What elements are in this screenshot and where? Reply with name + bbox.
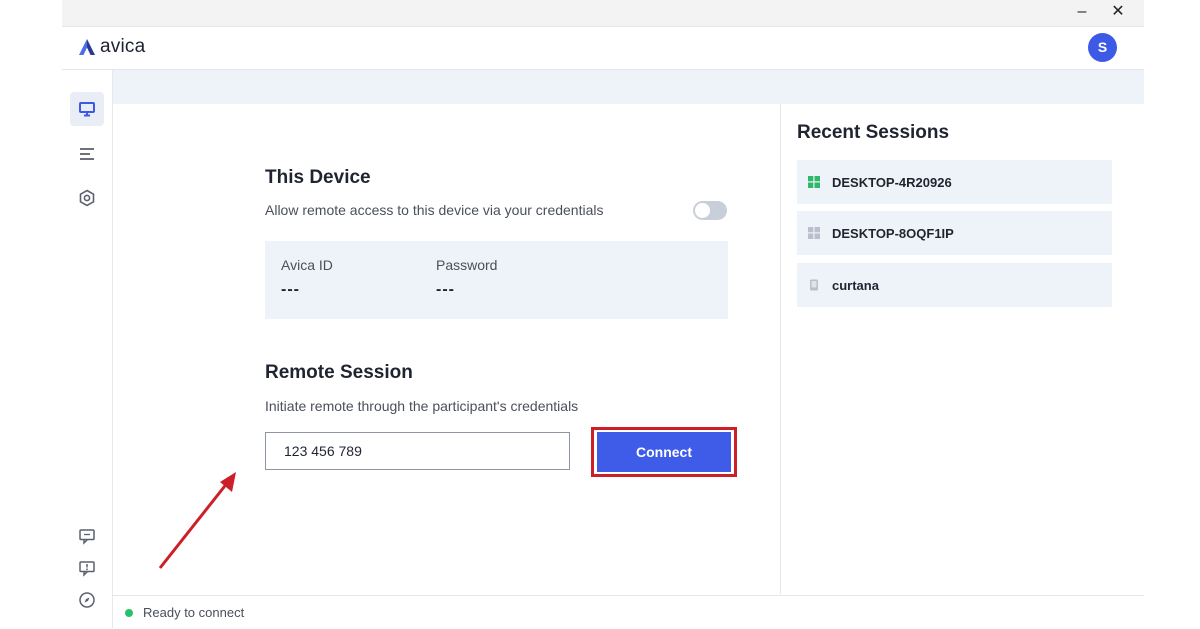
- remote-id-input[interactable]: [265, 432, 570, 470]
- top-banner: [113, 70, 1144, 104]
- user-avatar[interactable]: S: [1088, 33, 1117, 62]
- app-header: avica S: [62, 27, 1144, 70]
- session-item[interactable]: DESKTOP-8OQF1IP: [797, 211, 1112, 255]
- session-name: DESKTOP-8OQF1IP: [832, 225, 954, 241]
- compass-icon: [79, 592, 95, 608]
- session-item[interactable]: curtana: [797, 263, 1112, 307]
- remote-access-toggle[interactable]: [693, 201, 727, 220]
- minimize-button[interactable]: –: [1070, 2, 1094, 22]
- monitor-icon: [79, 102, 95, 117]
- device-icon: [808, 279, 820, 291]
- password-value: ---: [436, 281, 455, 298]
- close-button[interactable]: ✕: [1106, 2, 1130, 22]
- session-name: curtana: [832, 277, 879, 293]
- avica-id-label: Avica ID: [281, 257, 333, 273]
- list-icon: [80, 148, 94, 160]
- sidebar-item-remote[interactable]: [70, 92, 104, 126]
- avica-id-value: ---: [281, 281, 300, 298]
- windows-icon: [808, 227, 820, 239]
- password-label: Password: [436, 257, 498, 273]
- this-device-subtitle: Allow remote access to this device via y…: [265, 202, 604, 218]
- this-device-title: This Device: [265, 167, 371, 188]
- red-arrow-annotation: [158, 472, 236, 569]
- status-text: Ready to connect: [143, 605, 245, 620]
- sidebar-item-feedback[interactable]: [70, 551, 104, 585]
- connect-button[interactable]: Connect: [597, 432, 731, 472]
- credentials-panel: Avica ID --- Password ---: [265, 241, 728, 319]
- recent-sessions-title: Recent Sessions: [797, 122, 950, 143]
- chat-icon: [79, 529, 95, 545]
- app-name: avica: [100, 36, 146, 57]
- sidebar-item-settings[interactable]: [70, 181, 104, 215]
- recent-sessions-panel: Recent Sessions DESKTOP-4R20926 DESKTOP-…: [781, 104, 1144, 594]
- remote-session-subtitle: Initiate remote through the participant'…: [265, 398, 579, 414]
- feedback-icon: [79, 561, 95, 577]
- session-item[interactable]: DESKTOP-4R20926: [797, 160, 1112, 204]
- remote-session-title: Remote Session: [265, 362, 413, 383]
- sidebar-item-list[interactable]: [70, 137, 104, 171]
- status-indicator-icon: [125, 609, 133, 617]
- app-logo: avica: [78, 36, 145, 58]
- sidebar-item-chat[interactable]: [70, 519, 104, 553]
- sidebar-item-explore[interactable]: [70, 583, 104, 617]
- windows-icon: [808, 176, 820, 188]
- session-name: DESKTOP-4R20926: [832, 174, 952, 190]
- sidebar: [62, 70, 113, 628]
- toggle-knob: [695, 203, 710, 218]
- avica-logo-icon: [79, 39, 95, 55]
- settings-hexagon-icon: [79, 189, 95, 207]
- window-titlebar: – ✕: [62, 0, 1144, 27]
- status-bar: Ready to connect: [113, 595, 1144, 629]
